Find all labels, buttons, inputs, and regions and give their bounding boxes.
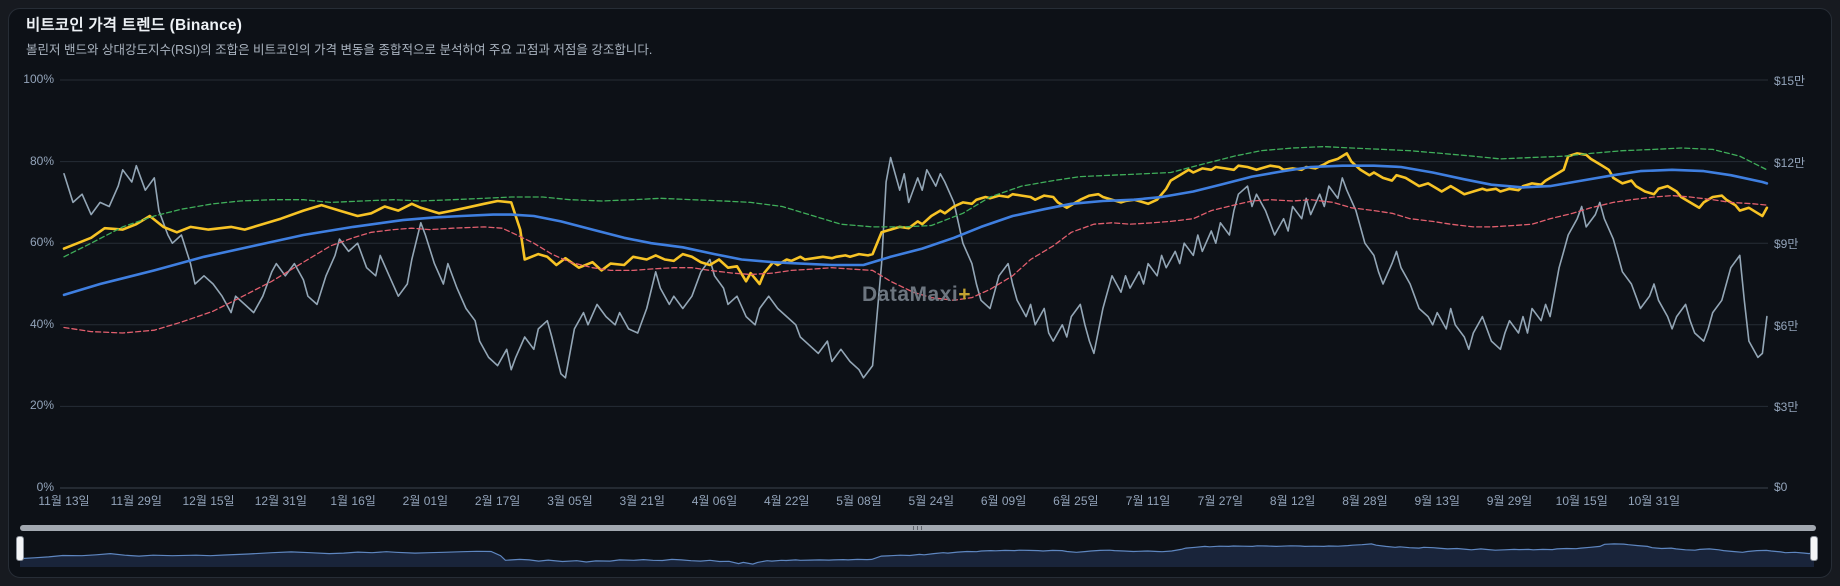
left-axis-label: 100% <box>6 72 54 86</box>
x-axis-label: 10월 31일 <box>1606 492 1702 509</box>
right-axis-label: $6만 <box>1774 317 1798 334</box>
left-axis-label: 20% <box>6 398 54 412</box>
left-axis-label: 40% <box>6 317 54 331</box>
right-axis-label: $15만 <box>1774 72 1805 89</box>
navigator-handle-right[interactable] <box>1810 536 1818 561</box>
scrollbar-track[interactable] <box>20 525 1816 531</box>
plot-area[interactable] <box>60 80 1768 488</box>
left-axis-label: 60% <box>6 235 54 249</box>
page: 비트코인 가격 트렌드 (Binance) 볼린저 밴드와 상대강도지수(RSI… <box>0 0 1840 586</box>
right-axis-label: $3만 <box>1774 398 1798 415</box>
right-axis-label: $9만 <box>1774 235 1798 252</box>
chart-title: 비트코인 가격 트렌드 (Binance) <box>26 13 242 35</box>
scrollbar-grip[interactable] <box>913 526 924 530</box>
navigator-handle-left[interactable] <box>16 536 24 561</box>
chart-subtitle: 볼린저 밴드와 상대강도지수(RSI)의 조합은 비트코인의 가격 변동을 종합… <box>26 39 652 58</box>
right-axis-label: $12만 <box>1774 154 1805 171</box>
right-axis-label: $0 <box>1774 480 1787 494</box>
left-axis-label: 80% <box>6 154 54 168</box>
